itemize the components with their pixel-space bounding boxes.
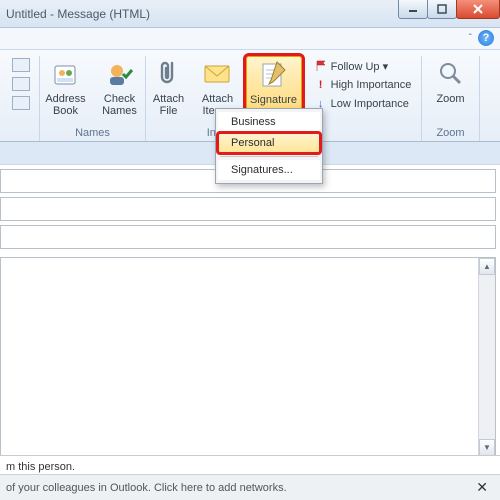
clipboard-icon[interactable] xyxy=(12,96,30,110)
magnifier-icon xyxy=(435,58,467,90)
close-icon[interactable]: ✕ xyxy=(476,479,494,496)
signature-option-personal[interactable]: Personal xyxy=(218,133,320,153)
window-controls xyxy=(399,0,500,19)
clipboard-icon[interactable] xyxy=(12,77,30,91)
group-label-names: Names xyxy=(40,127,145,139)
check-names-icon xyxy=(104,58,136,90)
paperclip-icon xyxy=(153,58,185,90)
menu-separator xyxy=(220,156,318,157)
social-connector-bar[interactable]: of your colleagues in Outlook. Click her… xyxy=(0,474,500,500)
ribbon-group-zoom: Zoom Zoom xyxy=(422,56,480,141)
subject-field[interactable] xyxy=(0,225,496,249)
check-names-label: Check Names xyxy=(102,93,137,117)
clipboard-group-partial xyxy=(0,56,40,141)
help-icon[interactable]: ? xyxy=(478,30,494,46)
attach-file-button[interactable]: Attach File xyxy=(148,56,190,117)
signature-option-business[interactable]: Business xyxy=(218,112,320,132)
message-body[interactable]: ▲ ▼ xyxy=(0,257,496,457)
minimize-button[interactable] xyxy=(398,0,428,19)
signature-icon xyxy=(258,59,290,91)
high-importance-label: High Importance xyxy=(331,79,412,91)
scroll-up-button[interactable]: ▲ xyxy=(479,258,495,275)
quick-access-bar: ˆ ? xyxy=(0,28,500,50)
clipboard-icon[interactable] xyxy=(12,58,30,72)
attach-file-label: Attach File xyxy=(153,93,184,117)
envelope-icon xyxy=(202,58,234,90)
people-pane-text: m this person. xyxy=(6,461,75,473)
follow-up-button[interactable]: Follow Up ▾ xyxy=(314,58,388,74)
ribbon-collapse-icon[interactable]: ˆ xyxy=(469,33,472,44)
follow-up-label: Follow Up ▾ xyxy=(331,60,388,73)
zoom-button[interactable]: Zoom xyxy=(427,56,475,105)
group-label-zoom: Zoom xyxy=(422,127,479,139)
zoom-label: Zoom xyxy=(436,93,464,105)
signature-dropdown: Business Personal Signatures... xyxy=(215,108,323,184)
exclamation-icon: ! xyxy=(314,78,328,92)
scroll-down-button[interactable]: ▼ xyxy=(479,439,495,456)
low-importance-button[interactable]: ↓ Low Importance xyxy=(314,96,409,112)
close-button[interactable] xyxy=(456,0,500,19)
maximize-button[interactable] xyxy=(427,0,457,19)
body-scrollbar[interactable]: ▲ ▼ xyxy=(478,258,495,456)
social-connector-text: of your colleagues in Outlook. Click her… xyxy=(6,482,287,494)
ribbon-group-names: Address Book Check Names Names xyxy=(40,56,146,141)
title-bar: Untitled - Message (HTML) xyxy=(0,0,500,28)
address-book-icon xyxy=(50,58,82,90)
address-book-label: Address Book xyxy=(45,93,85,117)
flag-icon xyxy=(314,59,328,73)
address-book-button[interactable]: Address Book xyxy=(42,56,90,117)
check-names-button[interactable]: Check Names xyxy=(96,56,144,117)
window-title: Untitled - Message (HTML) xyxy=(0,7,150,21)
message-header-fields: ▲ ▼ xyxy=(0,164,500,457)
cc-field[interactable] xyxy=(0,197,496,221)
low-importance-label: Low Importance xyxy=(331,98,409,110)
signature-option-signatures[interactable]: Signatures... xyxy=(218,160,320,180)
high-importance-button[interactable]: ! High Importance xyxy=(314,77,412,93)
